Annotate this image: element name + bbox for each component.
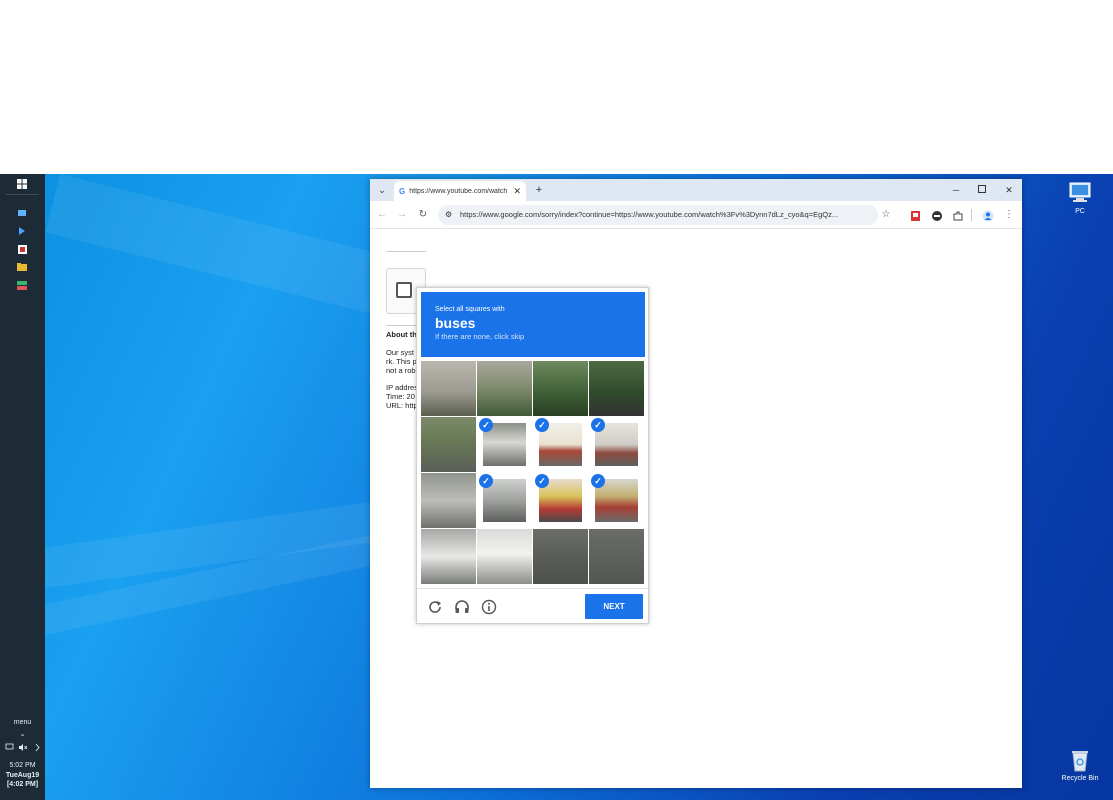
captcha-tile[interactable]: ✓ bbox=[477, 417, 532, 472]
folder-icon[interactable] bbox=[16, 262, 28, 272]
reload-page-icon[interactable]: ↻ bbox=[417, 209, 429, 221]
browser-toolbar: ← → ↻ ⚙ https://www.google.com/sorry/ind… bbox=[370, 201, 1022, 229]
profile-avatar-icon[interactable] bbox=[982, 209, 994, 222]
settings-app-icon[interactable] bbox=[16, 280, 28, 290]
taskbar: menu ⌄ 5:02 PM TueAug19 [4:02 PM] bbox=[0, 174, 45, 800]
desktop-icon-recycle-bin[interactable]: Recycle Bin bbox=[1055, 747, 1105, 782]
checkmark-icon: ✓ bbox=[591, 418, 605, 432]
minimize-icon[interactable]: ─ bbox=[949, 183, 963, 197]
start-icon[interactable] bbox=[16, 179, 28, 189]
media-icon[interactable] bbox=[16, 226, 28, 236]
menu-label[interactable]: menu bbox=[0, 719, 45, 727]
captcha-target: buses bbox=[435, 315, 476, 331]
info-icon[interactable] bbox=[481, 599, 497, 615]
captcha-challenge: Select all squares with buses If there a… bbox=[416, 287, 649, 624]
captcha-tile[interactable]: ✓ bbox=[589, 473, 644, 528]
close-window-icon[interactable]: ✕ bbox=[1002, 183, 1016, 197]
checkmark-icon: ✓ bbox=[479, 474, 493, 488]
captcha-header: Select all squares with buses If there a… bbox=[421, 292, 645, 357]
checkmark-icon: ✓ bbox=[535, 418, 549, 432]
captcha-tile-image bbox=[589, 529, 644, 584]
captcha-tile[interactable] bbox=[477, 529, 532, 584]
captcha-tile[interactable] bbox=[533, 361, 588, 416]
captcha-tile-image bbox=[421, 417, 476, 472]
maximize-icon[interactable] bbox=[975, 183, 989, 197]
tab-strip: ⌄ G https://www.youtube.com/watch ✕ + ─ … bbox=[370, 179, 1022, 201]
bookmark-star-icon[interactable]: ☆ bbox=[880, 209, 892, 221]
not-robot-checkbox[interactable] bbox=[396, 282, 412, 298]
captcha-tile[interactable] bbox=[421, 473, 476, 528]
back-icon[interactable]: ← bbox=[376, 209, 388, 221]
app-icon[interactable] bbox=[16, 244, 28, 254]
url-text: https://www.google.com/sorry/index?conti… bbox=[460, 210, 839, 219]
desktop-icon-pc[interactable]: PC bbox=[1055, 180, 1105, 215]
captcha-hint: If there are none, click skip bbox=[435, 332, 525, 341]
extension-icon-1[interactable] bbox=[910, 209, 922, 221]
address-bar[interactable]: ⚙ https://www.google.com/sorry/index?con… bbox=[438, 205, 878, 225]
recycle-bin-icon bbox=[1067, 747, 1093, 773]
captcha-tile[interactable] bbox=[589, 361, 644, 416]
clock-date[interactable]: TueAug19 bbox=[0, 772, 45, 780]
captcha-tile-image bbox=[421, 361, 476, 416]
page-content: About th Our syst rk. This p not a rob I… bbox=[370, 230, 1022, 788]
tab-search-icon[interactable]: ⌄ bbox=[375, 183, 389, 197]
next-button[interactable]: NEXT bbox=[585, 594, 643, 619]
captcha-tile[interactable] bbox=[589, 529, 644, 584]
captcha-tile[interactable]: ✓ bbox=[589, 417, 644, 472]
captcha-tile[interactable] bbox=[533, 529, 588, 584]
captcha-tile[interactable] bbox=[421, 361, 476, 416]
captcha-tile[interactable]: ✓ bbox=[533, 417, 588, 472]
tab-title: https://www.youtube.com/watch bbox=[409, 187, 508, 195]
site-info-icon[interactable]: ⚙ bbox=[445, 205, 452, 225]
captcha-tile-image bbox=[477, 361, 532, 416]
extensions-puzzle-icon[interactable] bbox=[952, 209, 964, 221]
captcha-tile[interactable]: ✓ bbox=[477, 473, 532, 528]
extension-icon-2[interactable] bbox=[931, 209, 943, 221]
google-favicon-icon: G bbox=[399, 186, 406, 196]
captcha-tile[interactable] bbox=[421, 529, 476, 584]
checkmark-icon: ✓ bbox=[535, 474, 549, 488]
captcha-tile-image bbox=[589, 361, 644, 416]
captcha-tile-image bbox=[477, 529, 532, 584]
captcha-tile[interactable] bbox=[421, 417, 476, 472]
tab-close-icon[interactable]: ✕ bbox=[513, 186, 521, 197]
captcha-tile-image bbox=[533, 529, 588, 584]
captcha-tile[interactable]: ✓ bbox=[533, 473, 588, 528]
reload-icon[interactable] bbox=[427, 599, 443, 615]
captcha-footer: NEXT bbox=[417, 588, 648, 624]
menu-kebab-icon[interactable]: ⋮ bbox=[1003, 209, 1015, 221]
checkmark-icon: ✓ bbox=[591, 474, 605, 488]
captcha-tile-image bbox=[533, 361, 588, 416]
browser-window: ⌄ G https://www.youtube.com/watch ✕ + ─ … bbox=[370, 179, 1022, 788]
tab-active[interactable]: G https://www.youtube.com/watch ✕ bbox=[394, 181, 526, 201]
recycle-bin-label: Recycle Bin bbox=[1061, 775, 1099, 782]
headphones-icon[interactable] bbox=[454, 599, 470, 615]
captcha-tile[interactable] bbox=[477, 361, 532, 416]
clock-time[interactable]: 5:02 PM bbox=[0, 762, 45, 770]
chevron-down-icon[interactable]: ⌄ bbox=[0, 731, 45, 739]
tray-icons[interactable] bbox=[0, 743, 45, 754]
captcha-instruction: Select all squares with bbox=[435, 306, 505, 313]
clock-alt-time: [4:02 PM] bbox=[6, 781, 39, 788]
captcha-tile-image bbox=[421, 529, 476, 584]
checkmark-icon: ✓ bbox=[479, 418, 493, 432]
pc-label: PC bbox=[1075, 208, 1085, 215]
captcha-grid: ✓ ✓ ✓ ✓ ✓ ✓ bbox=[421, 361, 645, 585]
taskview-icon[interactable] bbox=[16, 208, 28, 218]
captcha-tile-image bbox=[421, 473, 476, 528]
forward-icon[interactable]: → bbox=[396, 209, 408, 221]
new-tab-button[interactable]: + bbox=[532, 183, 546, 197]
pc-icon bbox=[1067, 180, 1093, 206]
